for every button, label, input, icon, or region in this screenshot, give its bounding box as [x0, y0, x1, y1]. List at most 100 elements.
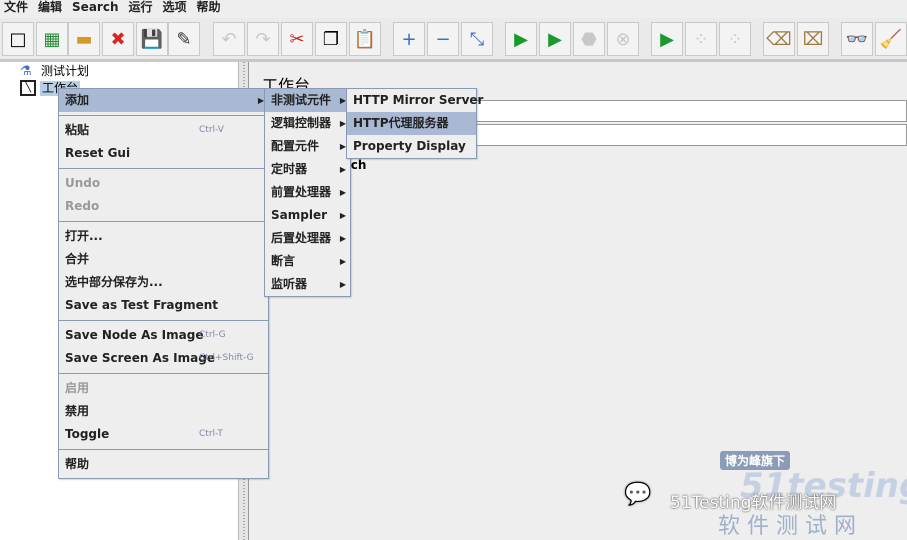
tree-node-test-plan[interactable]: 测试计划	[41, 64, 89, 79]
expand-button[interactable]: +	[393, 22, 425, 56]
collapse-button[interactable]: −	[427, 22, 459, 56]
menu-1[interactable]: 编辑	[34, 0, 68, 16]
cut-icon: ✂	[289, 28, 305, 50]
open-button[interactable]: ▬	[68, 22, 100, 56]
menu-item: Redo	[59, 195, 268, 218]
clear-button[interactable]: ⌫	[763, 22, 795, 56]
paste-icon: 📋	[353, 28, 377, 50]
toggle-button[interactable]: ⤡	[461, 22, 493, 56]
menu-item[interactable]: 后置处理器 ▶	[265, 227, 350, 250]
menu-item[interactable]: Save Screen As Image Ctrl+Shift-G	[59, 347, 268, 370]
menu-item[interactable]: 禁用	[59, 400, 268, 423]
shutdown-icon: ⊗	[615, 28, 631, 50]
menu-item-label: 添加	[65, 93, 90, 107]
workbench-icon: ╲	[20, 80, 36, 96]
remote-shutdown-all-button[interactable]: ⁘	[719, 22, 751, 56]
paste-button[interactable]: 📋	[349, 22, 381, 56]
start-no-pauses-button[interactable]: ▶	[539, 22, 571, 56]
menu-item-label: 合并	[65, 252, 90, 266]
menu-item[interactable]: Sampler ▶	[265, 204, 350, 227]
menu-item-label: 断言	[271, 254, 296, 268]
menu-item[interactable]: HTTP Mirror Server	[347, 89, 483, 112]
menu-item[interactable]: 打开...	[59, 225, 268, 248]
submenu-arrow-icon: ▶	[339, 211, 346, 220]
menu-item-label: 选中部分保存为...	[65, 275, 163, 289]
menu-item[interactable]: 粘贴 Ctrl-V	[59, 119, 268, 142]
menu-4[interactable]: 选项	[159, 0, 193, 16]
remote-stop-all-icon: ⁘	[693, 28, 709, 50]
menu-item-shortcut: Ctrl+Shift-G	[199, 353, 254, 363]
menu-item-label: 后置处理器	[271, 231, 332, 245]
clear-all-button[interactable]: ⌧	[797, 22, 829, 56]
flask-icon: ⚗	[20, 64, 32, 79]
templates-button[interactable]: ▦	[36, 22, 68, 56]
menu-item[interactable]: Reset Gui	[59, 142, 268, 165]
menu-item-label: 监听器	[271, 277, 308, 291]
start-no-pauses-icon: ▶	[548, 28, 562, 50]
submenu-arrow-icon: ▶	[339, 280, 346, 289]
menu-item[interactable]: 配置元件 ▶	[265, 135, 350, 158]
remote-start-all-button[interactable]: ▶	[651, 22, 683, 56]
menu-item[interactable]: 合并	[59, 248, 268, 271]
menu-item[interactable]: 定时器 ▶	[265, 158, 350, 181]
menu-3[interactable]: 运行	[124, 0, 158, 16]
menu-separator	[59, 320, 268, 321]
submenu-arrow-icon: ▶	[339, 257, 346, 266]
menu-item[interactable]: 前置处理器 ▶	[265, 181, 350, 204]
search-button[interactable]: 👓	[841, 22, 873, 56]
menu-5[interactable]: 帮助	[193, 0, 227, 16]
redo-button[interactable]: ↷	[247, 22, 279, 56]
undo-icon: ↶	[221, 28, 237, 50]
menu-item-label: Save Node As Image	[65, 328, 204, 342]
reset-search-button[interactable]: 🧹	[875, 22, 907, 56]
menu-item-label: Save as Test Fragment	[65, 298, 219, 312]
menu-item[interactable]: HTTP代理服务器	[347, 112, 476, 135]
menu-item-label: Toggle	[65, 427, 110, 441]
remote-stop-all-button[interactable]: ⁘	[685, 22, 717, 56]
cut-button[interactable]: ✂	[281, 22, 313, 56]
menu-item-label: 粘贴	[65, 123, 90, 137]
expand-icon: +	[401, 28, 417, 50]
shutdown-button[interactable]: ⊗	[607, 22, 639, 56]
save-as-icon: ✎	[176, 28, 192, 50]
menu-item-label: HTTP Mirror Server	[353, 93, 484, 107]
menu-item[interactable]: Property Display	[347, 135, 476, 158]
menu-item-label: 打开...	[65, 229, 103, 243]
submenu-arrow-icon: ▶	[339, 188, 346, 197]
save-as-button[interactable]: ✎	[168, 22, 200, 56]
new-button[interactable]: □	[2, 22, 34, 56]
menu-item[interactable]: 选中部分保存为...	[59, 271, 268, 294]
menu-item[interactable]: 添加 ▶	[59, 89, 268, 112]
undo-button[interactable]: ↶	[213, 22, 245, 56]
open-icon: ▬	[75, 28, 93, 50]
menu-item[interactable]: 逻辑控制器 ▶	[265, 112, 350, 135]
menu-item[interactable]: Save Node As Image Ctrl-G	[59, 324, 268, 347]
start-button[interactable]: ▶	[505, 22, 537, 56]
menu-item[interactable]: 断言 ▶	[265, 250, 350, 273]
add-submenu: 非测试元件 ▶ 逻辑控制器 ▶ 配置元件 ▶ 定时器 ▶ 前置处理器 ▶ Sampler ▶ 后置处理器…	[264, 88, 351, 297]
save-button[interactable]: 💾	[136, 22, 168, 56]
menu-item: Undo	[59, 172, 268, 195]
menu-item[interactable]: Save as Test Fragment	[59, 294, 268, 317]
menu-separator	[59, 373, 268, 374]
close-button[interactable]: ✖	[102, 22, 134, 56]
start-icon: ▶	[514, 28, 528, 50]
menu-separator	[59, 115, 268, 116]
menu-separator	[59, 449, 268, 450]
menu-0[interactable]: 文件	[0, 0, 34, 16]
menu-item[interactable]: 非测试元件 ▶	[265, 89, 350, 112]
remote-shutdown-all-icon: ⁘	[727, 28, 743, 50]
menu-item[interactable]: Toggle Ctrl-T	[59, 423, 268, 446]
close-icon: ✖	[110, 28, 126, 50]
menu-item[interactable]: 帮助	[59, 453, 268, 476]
templates-icon: ▦	[43, 28, 61, 50]
menu-item-label: 帮助	[65, 457, 90, 471]
watermark-line2: 软 件 测 试 网	[718, 514, 856, 539]
menu-2[interactable]: Search	[68, 0, 124, 16]
copy-button[interactable]: ❐	[315, 22, 347, 56]
remote-start-all-icon: ▶	[660, 28, 674, 50]
menu-item[interactable]: 监听器 ▶	[265, 273, 350, 296]
save-icon: 💾	[140, 28, 164, 50]
stop-button[interactable]: ⬣	[573, 22, 605, 56]
watermark: 博为峰旗下 51testing 💬 51Testing软件测试网 软 件 测 试…	[620, 450, 907, 540]
